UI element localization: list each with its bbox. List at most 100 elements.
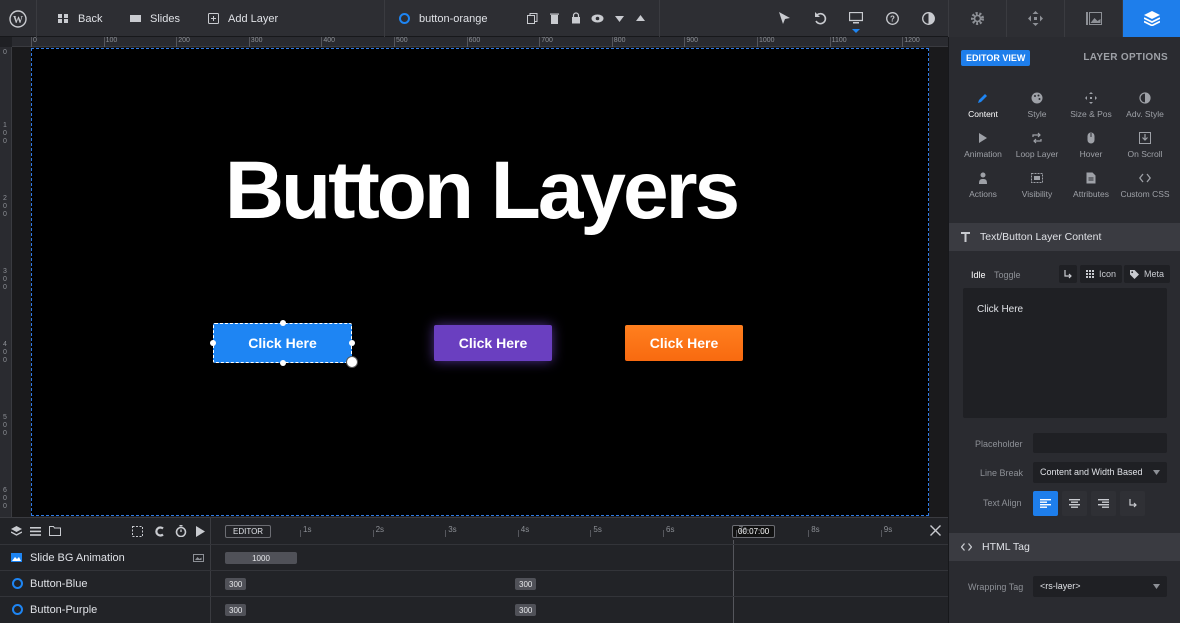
option-size-pos[interactable]: Size & Pos bbox=[1064, 92, 1118, 119]
timeline-chip[interactable]: 300 bbox=[225, 578, 247, 590]
ruler-tick bbox=[321, 37, 323, 47]
editor-mode-button[interactable]: EDITOR bbox=[225, 525, 272, 538]
ruler-tick-label: 0 bbox=[33, 37, 37, 44]
lock-icon[interactable] bbox=[571, 12, 581, 24]
option-label: Hover bbox=[1079, 149, 1103, 159]
contrast-icon[interactable] bbox=[922, 12, 935, 25]
timeline-chip[interactable]: 1000 bbox=[225, 552, 297, 564]
media-icon[interactable] bbox=[193, 553, 204, 562]
editor-view-button[interactable]: EDITOR VIEW bbox=[961, 50, 1031, 66]
wrapping-tag-select[interactable]: <rs-layer> bbox=[1033, 576, 1167, 597]
button-purple-layer[interactable]: Click Here bbox=[434, 325, 552, 361]
trash-icon[interactable] bbox=[550, 13, 559, 24]
section-title: Text/Button Layer Content bbox=[980, 231, 1102, 243]
timeline-chip[interactable]: 300 bbox=[225, 604, 247, 616]
align-center-button[interactable] bbox=[1062, 491, 1087, 516]
desktop-icon[interactable] bbox=[849, 12, 863, 33]
align-right-button[interactable] bbox=[1091, 491, 1116, 516]
list-icon[interactable] bbox=[30, 527, 41, 536]
align-inherit-button[interactable] bbox=[1120, 491, 1145, 516]
meta-button[interactable]: Meta bbox=[1124, 265, 1171, 283]
timeline-row[interactable]: Button-Blue 300 300 bbox=[0, 570, 948, 596]
align-left-button[interactable] bbox=[1033, 491, 1058, 516]
palette-icon bbox=[1031, 92, 1043, 104]
tab-settings[interactable] bbox=[948, 0, 1006, 37]
headline-layer[interactable]: Button Layers bbox=[32, 144, 930, 238]
content-section-header[interactable]: Text/Button Layer Content bbox=[949, 223, 1180, 251]
html-tag-section-header[interactable]: HTML Tag bbox=[949, 533, 1180, 561]
wrapping-tag-label: Wrapping Tag bbox=[968, 582, 1024, 592]
tab-layers[interactable] bbox=[1122, 0, 1180, 37]
option-custom-css[interactable]: Custom CSS bbox=[1118, 172, 1172, 199]
time-tick bbox=[445, 530, 447, 537]
resize-handle[interactable] bbox=[210, 340, 216, 346]
option-on-scroll[interactable]: On Scroll bbox=[1118, 132, 1172, 159]
ruler-tick-label: 500 bbox=[3, 414, 7, 437]
slides-button[interactable]: Slides bbox=[130, 0, 180, 37]
option-label: Animation bbox=[964, 149, 1002, 159]
timer-icon[interactable] bbox=[175, 525, 187, 537]
option-adv-style[interactable]: Adv. Style bbox=[1118, 92, 1172, 119]
layer-text-field[interactable]: Click Here bbox=[963, 288, 1167, 418]
timeline-row[interactable]: Button-Purple 300 300 bbox=[0, 596, 948, 622]
ruler-tick-label: 1000 bbox=[759, 37, 775, 44]
resize-handle[interactable] bbox=[349, 340, 355, 346]
option-content[interactable]: Content bbox=[956, 92, 1010, 119]
option-actions[interactable]: Actions bbox=[956, 172, 1010, 199]
folder-icon[interactable] bbox=[49, 526, 61, 536]
undo-icon[interactable] bbox=[814, 12, 827, 25]
button-orange-layer[interactable]: Click Here bbox=[625, 325, 743, 361]
rotate-handle-icon[interactable] bbox=[346, 356, 358, 368]
option-label: Visibility bbox=[1021, 189, 1053, 199]
icon-button[interactable]: Icon bbox=[1080, 265, 1123, 283]
ruler-tick bbox=[684, 37, 686, 47]
timeline-chip[interactable]: 300 bbox=[515, 578, 537, 590]
chevron-down-icon bbox=[1153, 584, 1160, 589]
magnet-icon[interactable] bbox=[154, 526, 165, 537]
resize-handle[interactable] bbox=[280, 360, 286, 366]
layer-options-button[interactable]: LAYER OPTIONS bbox=[1083, 52, 1168, 63]
layer-selector[interactable]: button-orange bbox=[399, 0, 488, 37]
button-blue-layer[interactable]: Click Here bbox=[213, 323, 352, 363]
back-label: Back bbox=[78, 12, 103, 25]
wordpress-logo-icon[interactable]: W bbox=[0, 0, 37, 37]
eye-icon[interactable] bbox=[591, 14, 604, 23]
resize-handle[interactable] bbox=[280, 320, 286, 326]
tab-media[interactable] bbox=[1064, 0, 1122, 37]
close-icon[interactable] bbox=[930, 525, 941, 536]
layers-icon bbox=[1143, 11, 1160, 26]
slide-stage[interactable]: Button Layers Click Here Click Here Clic… bbox=[31, 48, 929, 516]
play-icon[interactable] bbox=[196, 526, 205, 537]
time-tick bbox=[300, 530, 301, 537]
duplicate-icon[interactable] bbox=[527, 13, 538, 24]
help-icon[interactable]: ? bbox=[886, 12, 899, 25]
cursor-icon[interactable] bbox=[779, 12, 790, 25]
row-label: Button-Blue bbox=[30, 578, 88, 590]
scroll-icon bbox=[1139, 132, 1151, 144]
tab-navigation[interactable] bbox=[1006, 0, 1064, 37]
option-hover[interactable]: Hover bbox=[1064, 132, 1118, 159]
option-loop-layer[interactable]: Loop Layer bbox=[1010, 132, 1064, 159]
layers-icon[interactable] bbox=[11, 526, 22, 537]
timeline-panel: EDITOR 00:07:00 Slide BG Animation 1000 … bbox=[0, 517, 948, 623]
placeholder-input[interactable] bbox=[1033, 433, 1167, 453]
ruler-tick-label: 300 bbox=[3, 268, 7, 291]
mouse-icon bbox=[1087, 132, 1095, 144]
add-layer-button[interactable]: Add Layer bbox=[208, 0, 278, 37]
timeline-chip[interactable]: 300 bbox=[515, 604, 537, 616]
chevron-down-icon[interactable] bbox=[615, 16, 624, 22]
timeline-row[interactable]: Slide BG Animation 1000 bbox=[0, 544, 948, 570]
chevron-up-icon[interactable] bbox=[636, 15, 645, 21]
align-icon[interactable] bbox=[132, 526, 143, 537]
option-visibility[interactable]: Visibility bbox=[1010, 172, 1064, 199]
back-button[interactable]: Back bbox=[58, 0, 102, 37]
line-break-select[interactable]: Content and Width Based bbox=[1033, 462, 1167, 483]
tab-toggle[interactable]: Toggle bbox=[994, 270, 1021, 280]
tab-idle[interactable]: Idle bbox=[971, 270, 986, 280]
option-label: On Scroll bbox=[1127, 149, 1163, 159]
option-attributes[interactable]: Attributes bbox=[1064, 172, 1118, 199]
line-break-button[interactable] bbox=[1059, 265, 1077, 283]
option-animation[interactable]: Animation bbox=[956, 132, 1010, 159]
ruler-tick-label: 200 bbox=[178, 37, 190, 44]
option-style[interactable]: Style bbox=[1010, 92, 1064, 119]
